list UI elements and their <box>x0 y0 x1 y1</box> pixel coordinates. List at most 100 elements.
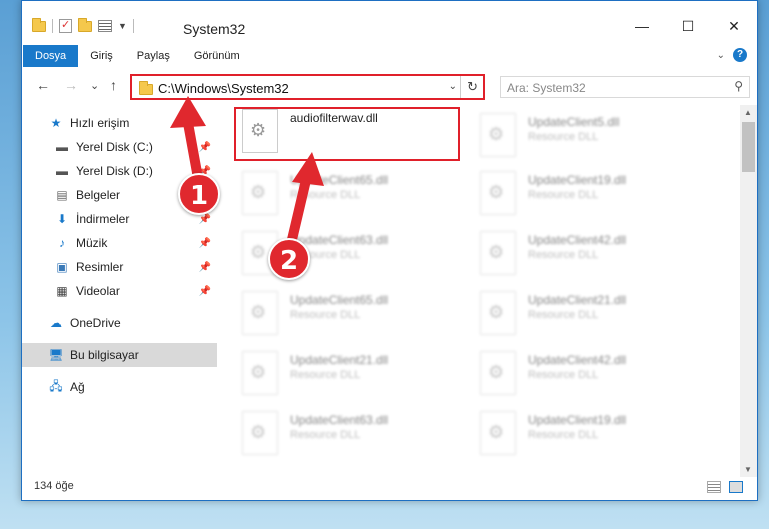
address-path[interactable]: C:\Windows\System32 <box>158 81 289 96</box>
sidebar-item-label: İndirmeler <box>76 212 130 226</box>
network-icon: 🖧 <box>49 378 63 393</box>
tab-share[interactable]: Paylaş <box>125 45 182 67</box>
file-tile[interactable]: UpdateClient21.dll Resource DLL <box>232 347 462 399</box>
dll-file-icon <box>242 351 278 395</box>
up-icon[interactable]: ↑ <box>110 77 117 93</box>
sidebar-item-label: OneDrive <box>70 316 121 330</box>
details-view-icon[interactable] <box>707 481 721 493</box>
file-tile[interactable]: UpdateClient65.dll Resource DLL <box>232 287 462 339</box>
sidebar-item-pictures[interactable]: ▣ Resimler 📌 <box>22 255 217 279</box>
title-bar: ▼ System32 — ☐ ✕ <box>22 1 757 41</box>
status-bar: 134 öğe <box>22 475 757 500</box>
sidebar-item-label: Ağ <box>70 380 85 394</box>
file-name: UpdateClient65.dll <box>290 293 389 307</box>
sidebar-item-drive-c[interactable]: ▬ Yerel Disk (C:) 📌 <box>22 135 217 159</box>
refresh-icon[interactable]: ↻ <box>467 79 478 95</box>
sidebar-item-onedrive[interactable]: ☁ OneDrive <box>22 311 217 335</box>
step-2-badge: 2 <box>268 238 310 280</box>
picture-icon: ▣ <box>56 260 68 274</box>
sidebar-item-music[interactable]: ♪ Müzik 📌 <box>22 231 217 255</box>
item-count: 134 öğe <box>34 480 74 492</box>
toolbar-divider <box>132 19 134 33</box>
sidebar-item-label: Yerel Disk (C:) <box>76 140 153 154</box>
file-name: UpdateClient42.dll <box>528 353 627 367</box>
file-list: audiofilterwav.dll UpdateClient65.dll Re… <box>232 105 732 465</box>
vertical-scrollbar[interactable]: ▲ ▼ <box>740 105 757 477</box>
dll-file-icon <box>480 171 516 215</box>
file-tile[interactable]: UpdateClient21.dll Resource DLL <box>470 287 700 339</box>
sidebar-item-quick-access[interactable]: ★ Hızlı erişim <box>22 111 217 135</box>
properties-icon[interactable] <box>59 18 72 33</box>
video-icon: ▦ <box>56 284 68 298</box>
dll-file-icon <box>480 231 516 275</box>
pin-icon: 📌 <box>198 141 211 153</box>
file-name: UpdateClient5.dll <box>528 115 620 129</box>
large-icons-view-icon[interactable] <box>729 481 743 493</box>
forward-icon[interactable]: → <box>64 77 78 93</box>
qat-dropdown-icon[interactable]: ▼ <box>118 21 127 31</box>
chevron-down-icon[interactable]: ⌄ <box>449 81 457 92</box>
tab-home[interactable]: Giriş <box>78 45 125 67</box>
file-tile[interactable]: UpdateClient19.dll Resource DLL <box>470 167 700 219</box>
sidebar-item-label: Müzik <box>76 236 108 250</box>
tab-file[interactable]: Dosya <box>23 45 79 67</box>
scroll-thumb[interactable] <box>742 122 755 172</box>
file-tile[interactable]: UpdateClient63.dll Resource DLL <box>232 407 462 459</box>
file-tile[interactable]: UpdateClient63.dll Resource DLL <box>232 227 462 279</box>
pin-icon: 📌 <box>198 237 211 249</box>
window-title: System32 <box>183 21 246 37</box>
folder-icon <box>139 81 153 95</box>
dll-file-icon <box>242 291 278 335</box>
file-tile[interactable]: UpdateClient42.dll Resource DLL <box>470 227 700 279</box>
expand-ribbon-icon[interactable]: ⌄ <box>717 50 725 61</box>
file-tile[interactable]: UpdateClient42.dll Resource DLL <box>470 347 700 399</box>
computer-icon: 🖥 <box>48 348 64 362</box>
file-type: Resource DLL <box>528 131 599 143</box>
minimize-button[interactable]: — <box>619 11 665 41</box>
scroll-down-icon[interactable]: ▼ <box>744 465 752 474</box>
sidebar-item-network[interactable]: 🖧 Ağ <box>22 375 217 399</box>
sidebar-item-this-pc[interactable]: 🖥 Bu bilgisayar <box>22 343 217 367</box>
ribbon-right: ⌄ ? <box>717 48 747 62</box>
file-tile-highlighted[interactable]: audiofilterwav.dll <box>232 105 462 161</box>
search-input[interactable]: Ara: System32 <box>507 81 586 95</box>
scroll-up-icon[interactable]: ▲ <box>744 108 752 117</box>
file-name: UpdateClient21.dll <box>528 293 627 307</box>
file-type: Resource DLL <box>528 309 599 321</box>
sidebar-item-label: Bu bilgisayar <box>70 348 139 362</box>
file-type: Resource DLL <box>528 369 599 381</box>
recent-locations-icon[interactable]: ⌄ <box>90 79 99 92</box>
dll-file-icon <box>242 411 278 455</box>
sidebar-item-label: Videolar <box>76 284 120 298</box>
folder-icon <box>32 17 46 32</box>
download-icon: ⬇ <box>56 212 68 226</box>
file-type: Resource DLL <box>528 189 599 201</box>
drive-icon: ▬ <box>56 164 68 178</box>
tab-view[interactable]: Görünüm <box>182 45 252 67</box>
file-type: Resource DLL <box>290 309 361 321</box>
file-name: UpdateClient42.dll <box>528 233 627 247</box>
search-box[interactable]: Ara: System32 ⚲ <box>500 76 750 98</box>
file-name: UpdateClient63.dll <box>290 413 389 427</box>
file-name: UpdateClient19.dll <box>528 173 627 187</box>
address-bar[interactable]: C:\Windows\System32 ⌄ ↻ <box>130 74 485 100</box>
file-tile[interactable]: UpdateClient65.dll Resource DLL <box>232 167 462 219</box>
close-button[interactable]: ✕ <box>711 11 757 41</box>
dll-file-icon <box>242 171 278 215</box>
cloud-icon: ☁ <box>50 316 62 330</box>
pin-icon: 📌 <box>198 213 211 225</box>
search-icon: ⚲ <box>734 79 743 93</box>
file-tile[interactable]: UpdateClient5.dll Resource DLL <box>470 109 700 161</box>
help-icon[interactable]: ? <box>733 48 747 62</box>
back-icon[interactable]: ← <box>36 77 50 93</box>
document-icon: ▤ <box>56 188 68 202</box>
sidebar-item-videos[interactable]: ▦ Videolar 📌 <box>22 279 217 303</box>
explorer-window: ▼ System32 — ☐ ✕ Dosya Giriş Paylaş Görü… <box>21 0 758 501</box>
file-name: UpdateClient21.dll <box>290 353 389 367</box>
file-tile[interactable]: UpdateClient19.dll Resource DLL <box>470 407 700 459</box>
new-folder-icon[interactable] <box>78 17 92 32</box>
view-icon[interactable] <box>98 20 112 32</box>
maximize-button[interactable]: ☐ <box>665 11 711 41</box>
star-icon: ★ <box>50 116 62 130</box>
sidebar-item-label: Belgeler <box>76 188 121 202</box>
